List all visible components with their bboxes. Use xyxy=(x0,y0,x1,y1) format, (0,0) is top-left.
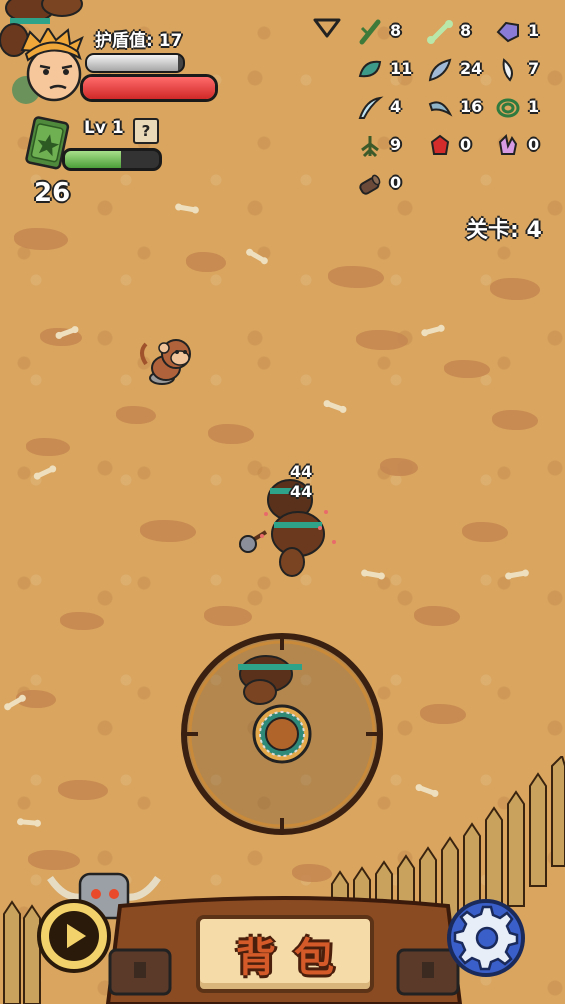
fang-icon xyxy=(502,58,513,82)
resource-count: 0 xyxy=(460,135,472,154)
settings-button[interactable] xyxy=(446,898,526,978)
rock xyxy=(14,228,68,250)
rock xyxy=(490,278,540,300)
rock xyxy=(58,780,108,800)
rock xyxy=(204,606,252,626)
resource-count: 8 xyxy=(460,21,472,40)
play-button[interactable] xyxy=(36,898,112,974)
health-bar-fill xyxy=(83,77,215,99)
rock xyxy=(356,330,408,350)
rock xyxy=(26,438,70,456)
collapse-triangle-icon[interactable] xyxy=(312,17,342,39)
horn-icon xyxy=(428,101,453,117)
crystal-icon xyxy=(498,133,518,155)
resource-leaf: 11 xyxy=(356,56,426,84)
resource-count: 8 xyxy=(390,21,402,40)
stick-icon xyxy=(359,19,381,45)
rock xyxy=(140,520,196,542)
backpack-label: 背包 xyxy=(236,935,352,981)
backpack-button[interactable]: 背包 xyxy=(196,915,374,993)
root-icon xyxy=(361,136,379,158)
resource-count: 11 xyxy=(390,59,413,78)
rock xyxy=(60,612,104,630)
resource-count: 4 xyxy=(390,97,402,116)
damage-number: 44 xyxy=(290,482,313,501)
resource-log: 0 xyxy=(356,170,426,198)
monkey-character xyxy=(140,339,191,385)
resource-fang: 7 xyxy=(494,56,564,84)
stage-label: 关卡: 4 xyxy=(466,218,542,243)
log-icon xyxy=(359,174,381,195)
resource-count: 0 xyxy=(390,173,402,192)
resource-bone: 8 xyxy=(426,18,496,46)
rock xyxy=(116,406,156,424)
shield-bar xyxy=(85,53,185,73)
resource-horn: 16 xyxy=(426,94,496,122)
rock xyxy=(492,410,538,430)
resource-ruby: 0 xyxy=(426,132,496,160)
shield-bar-fill xyxy=(87,55,179,71)
resource-count: 16 xyxy=(460,97,483,116)
player-level-label: Lv 1 xyxy=(84,118,124,138)
resource-stick: 8 xyxy=(356,18,426,46)
resource-root: 9 xyxy=(356,132,426,160)
resource-count: 7 xyxy=(528,59,540,78)
rock xyxy=(186,252,226,272)
ruby-icon xyxy=(430,134,450,155)
leaf-icon xyxy=(358,60,382,78)
experience-bar xyxy=(62,148,162,171)
rock xyxy=(444,360,490,378)
rock xyxy=(462,522,508,542)
resource-count: 1 xyxy=(528,21,540,40)
feather-icon xyxy=(428,58,452,82)
resource-rope: 1 xyxy=(494,94,564,122)
help-button[interactable]: ? xyxy=(133,118,159,144)
resource-stone: 1 xyxy=(494,18,564,46)
player-avatar xyxy=(12,28,84,104)
stone-icon xyxy=(496,21,519,43)
resource-count: 0 xyxy=(528,135,540,154)
rock xyxy=(420,704,466,724)
shield-value-label: 护盾值: 17 xyxy=(95,31,183,51)
resource-count: 1 xyxy=(528,97,540,116)
health-bar xyxy=(80,74,218,102)
resource-count: 9 xyxy=(390,135,402,154)
resource-claw: 4 xyxy=(356,94,426,122)
rock xyxy=(208,424,254,444)
damage-number: 44 xyxy=(290,462,313,481)
rock xyxy=(328,266,384,288)
bone-icon xyxy=(427,20,453,44)
experience-bar-fill xyxy=(65,151,122,168)
rock xyxy=(414,606,460,626)
resource-feather: 24 xyxy=(426,56,496,84)
resource-crystal: 0 xyxy=(494,132,564,160)
rope-icon xyxy=(496,98,520,118)
claw-icon xyxy=(358,96,384,119)
rock xyxy=(380,458,418,476)
coin-count: 26 xyxy=(34,178,71,208)
resource-count: 24 xyxy=(460,59,483,78)
